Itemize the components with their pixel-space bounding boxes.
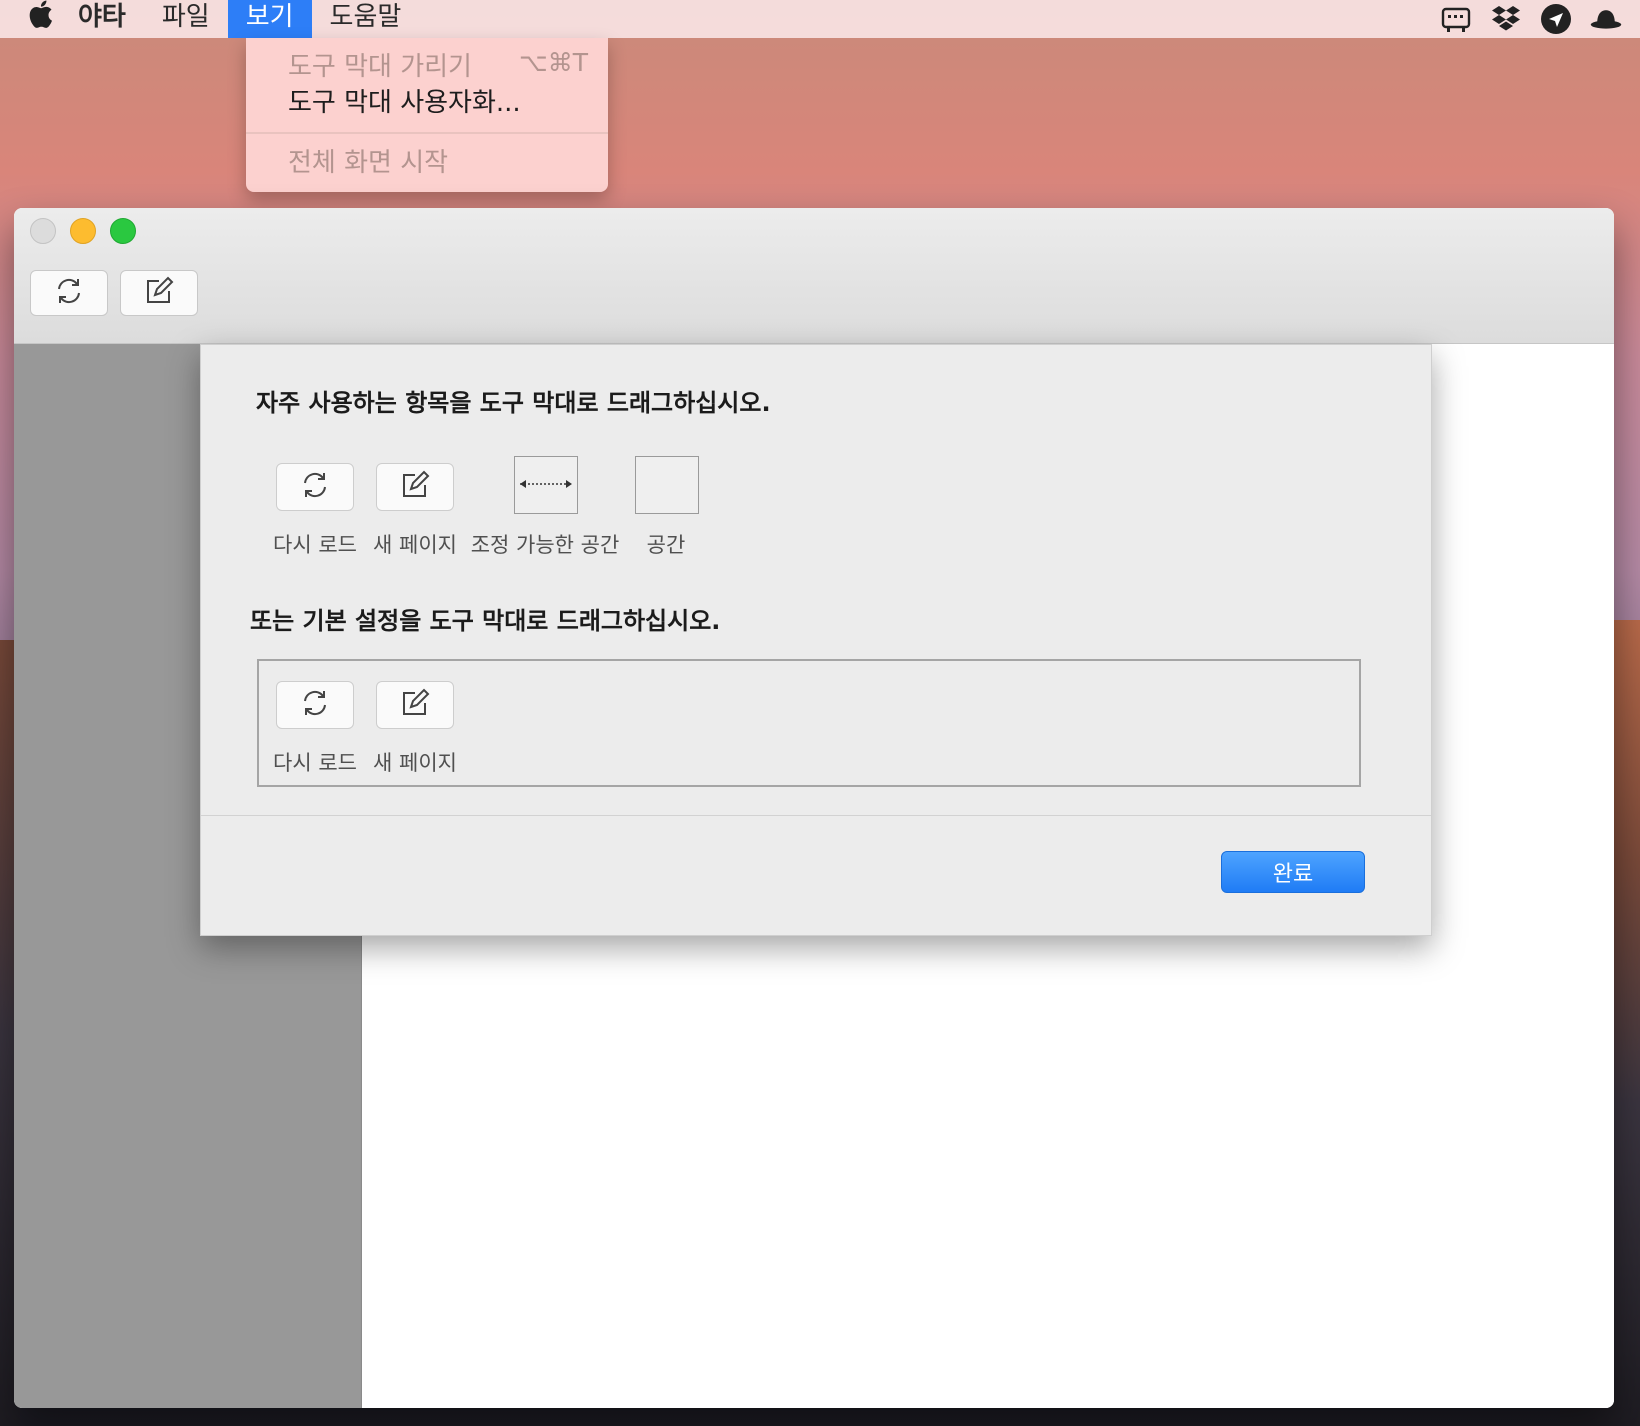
menu-item-hide-toolbar[interactable]: 도구 막대 가리기 <box>288 46 472 83</box>
default-new-page-label: 새 페이지 <box>373 751 457 775</box>
menu-view[interactable]: 보기 <box>227 0 312 38</box>
compose-icon <box>400 688 430 722</box>
menu-file[interactable]: 파일 <box>144 0 228 38</box>
menu-separator <box>246 132 608 134</box>
close-window-button[interactable] <box>30 218 56 244</box>
done-button[interactable]: 완료 <box>1221 851 1365 893</box>
menu-item-enter-full-screen[interactable]: 전체 화면 시작 <box>288 142 448 179</box>
compose-icon <box>144 276 174 310</box>
dropbox-icon[interactable] <box>1490 3 1522 35</box>
toolbar-reload-button[interactable] <box>30 270 108 316</box>
hide-toolbar-shortcut: ⌥⌘T <box>518 48 588 77</box>
toolbar-new-page-button[interactable] <box>120 270 198 316</box>
palette-new-page-item[interactable] <box>376 463 454 511</box>
sheet-separator <box>201 815 1431 816</box>
default-reload-label: 다시 로드 <box>273 751 357 775</box>
minimize-window-button[interactable] <box>70 218 96 244</box>
palette-flexible-space-item[interactable] <box>514 456 578 514</box>
reload-icon <box>54 276 84 310</box>
items-heading: 자주 사용하는 항목을 도구 막대로 드래그하십시오. <box>256 389 771 417</box>
reload-icon <box>300 470 330 504</box>
default-reload-item[interactable] <box>276 681 354 729</box>
zoom-window-button[interactable] <box>110 218 136 244</box>
default-new-page-item[interactable] <box>376 681 454 729</box>
palette-space-label: 공간 <box>646 533 686 557</box>
default-toolbar-set[interactable]: 다시 로드 새 페이지 <box>257 659 1361 787</box>
menu-app-name[interactable]: 야타 <box>60 0 144 38</box>
keyboard-icon[interactable] <box>1440 3 1472 35</box>
customize-toolbar-sheet: 자주 사용하는 항목을 도구 막대로 드래그하십시오. 다시 로드 새 페이지 … <box>200 344 1432 936</box>
menu-bar: 야타 파일 보기 도움말 <box>0 0 1640 38</box>
compose-icon <box>400 470 430 504</box>
flexible-space-icon <box>518 476 574 495</box>
apple-icon[interactable] <box>20 0 60 39</box>
palette-reload-label: 다시 로드 <box>273 533 357 557</box>
menu-help[interactable]: 도움말 <box>312 0 420 38</box>
palette-reload-item[interactable] <box>276 463 354 511</box>
default-set-heading: 또는 기본 설정을 도구 막대로 드래그하십시오. <box>250 607 721 635</box>
window-titlebar <box>14 208 1614 344</box>
reload-icon <box>300 688 330 722</box>
bowler-hat-icon[interactable] <box>1590 3 1622 35</box>
location-arrow-icon[interactable] <box>1540 3 1572 35</box>
palette-space-item[interactable] <box>635 456 699 514</box>
palette-new-page-label: 새 페이지 <box>373 533 457 557</box>
menu-item-customize-toolbar[interactable]: 도구 막대 사용자화... <box>288 82 521 119</box>
palette-flexible-space-label: 조정 가능한 공간 <box>470 533 620 557</box>
view-menu-dropdown: 도구 막대 가리기 ⌥⌘T 도구 막대 사용자화... 전체 화면 시작 <box>246 38 608 192</box>
